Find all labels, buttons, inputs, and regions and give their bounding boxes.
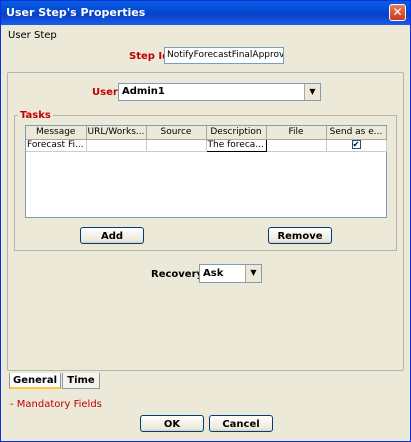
user-select[interactable]: Admin1 ▼ [118, 83, 321, 101]
user-dropdown-button[interactable]: ▼ [304, 84, 320, 100]
recovery-dropdown-button[interactable]: ▼ [245, 265, 261, 282]
send-as-email-checkbox[interactable]: ✔ [351, 140, 361, 149]
remove-button[interactable]: Remove [268, 227, 332, 244]
user-select-value: Admin1 [122, 86, 165, 97]
column-header-message[interactable]: Message [26, 126, 87, 140]
column-header-send-as-email[interactable]: Send as e... [326, 126, 387, 140]
table-row[interactable]: Forecast Fi... The foreca... ✔ [26, 138, 387, 152]
chevron-down-icon: ▼ [250, 268, 257, 277]
step-id-input[interactable]: NotifyForecastFinalApprove [164, 47, 284, 64]
close-icon: ✕ [392, 5, 403, 19]
section-label: User Step [8, 30, 57, 41]
cell-file[interactable] [266, 139, 327, 152]
title-bar[interactable]: User Step's Properties ✕ [1, 1, 410, 25]
ok-button[interactable]: OK [140, 415, 204, 432]
column-header-source[interactable]: Source [146, 126, 207, 140]
cancel-button[interactable]: Cancel [209, 415, 273, 432]
mandatory-fields-note: - Mandatory Fields [10, 399, 102, 410]
cell-description[interactable]: The foreca... [205, 138, 267, 152]
cell-url[interactable] [86, 139, 147, 152]
window-title: User Step's Properties [6, 6, 146, 19]
chevron-down-icon: ▼ [309, 87, 316, 96]
cell-send-as-email[interactable]: ✔ [326, 139, 387, 152]
tasks-legend: Tasks [18, 110, 53, 121]
tasks-table[interactable]: Message URL/Works... Source Description … [25, 125, 387, 218]
tab-time[interactable]: Time [62, 373, 100, 389]
tab-general[interactable]: General [9, 373, 61, 389]
cell-source[interactable] [146, 139, 207, 152]
close-button[interactable]: ✕ [389, 4, 406, 21]
add-button[interactable]: Add [80, 227, 144, 244]
cell-message[interactable]: Forecast Fi... [26, 139, 87, 152]
recovery-select[interactable]: Ask ▼ [199, 264, 262, 283]
properties-dialog: User Step's Properties ✕ User Step Step … [0, 0, 411, 442]
column-header-file[interactable]: File [266, 126, 327, 140]
column-header-url[interactable]: URL/Works... [86, 126, 147, 140]
column-header-description[interactable]: Description [206, 126, 267, 140]
recovery-select-value: Ask [203, 268, 224, 279]
